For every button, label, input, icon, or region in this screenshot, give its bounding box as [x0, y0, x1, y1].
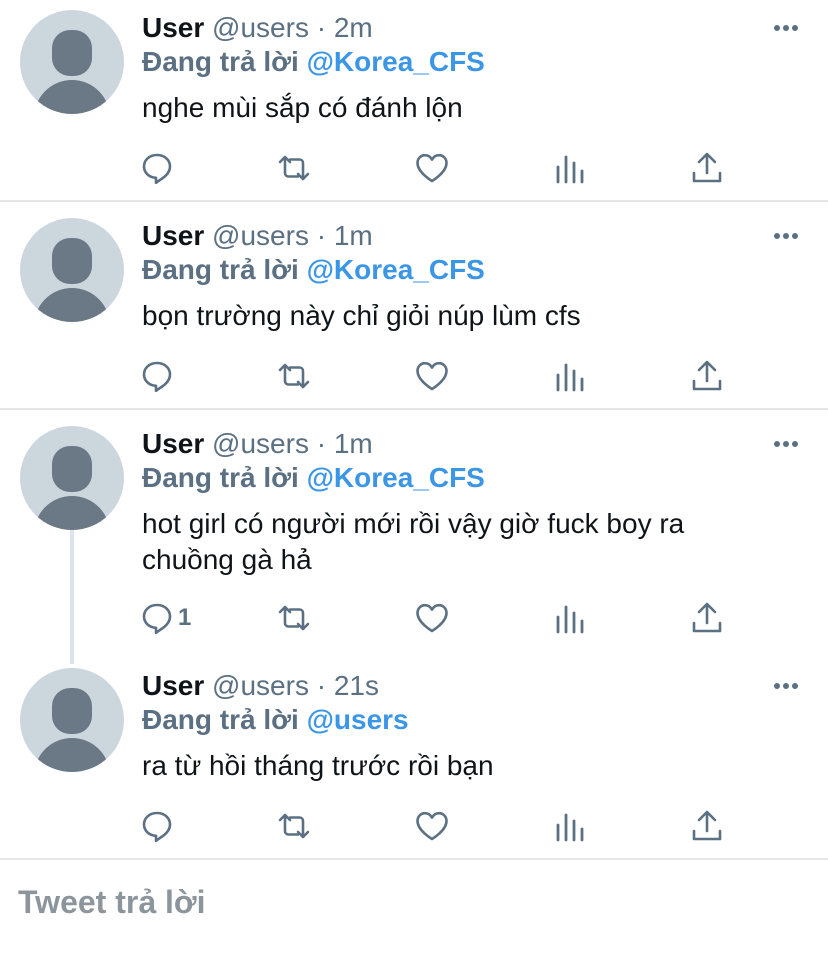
replying-to-label: Đang trả lời — [142, 254, 299, 285]
separator-dot: · — [316, 12, 327, 43]
timestamp[interactable]: 2m — [334, 12, 373, 43]
reply-button[interactable]: 1 — [140, 598, 210, 638]
speech-bubble-icon — [142, 811, 172, 843]
replying-to-handle[interactable]: @Korea_CFS — [307, 254, 485, 285]
replying-to-label: Đang trả lời — [142, 704, 299, 735]
tweet-header: User @users · 21s — [142, 670, 379, 702]
user-name[interactable]: User — [142, 428, 204, 459]
stats-button[interactable] — [554, 356, 594, 396]
share-button[interactable] — [690, 356, 730, 396]
reply-button[interactable] — [140, 148, 180, 188]
more-dots-icon[interactable] — [772, 14, 800, 42]
tweet-text: bọn trường này chỉ giỏi núp lùm cfs — [142, 300, 581, 331]
avatar[interactable] — [20, 426, 124, 530]
tweet-actions — [0, 806, 828, 846]
avatar[interactable] — [20, 218, 124, 322]
heart-icon — [416, 361, 448, 391]
retweet-icon — [278, 605, 310, 631]
share-upload-icon — [692, 810, 722, 841]
user-handle[interactable]: @users — [212, 670, 309, 701]
tweet-actions — [0, 356, 828, 396]
heart-icon — [416, 811, 448, 841]
reply-button[interactable] — [140, 356, 180, 396]
replying-to: Đang trả lời @Korea_CFS — [142, 462, 485, 494]
like-button[interactable] — [414, 356, 454, 396]
speech-bubble-icon — [142, 153, 172, 185]
user-name[interactable]: User — [142, 12, 204, 43]
stats-button[interactable] — [554, 598, 594, 638]
timestamp[interactable]: 1m — [334, 220, 373, 251]
separator-dot: · — [316, 428, 327, 459]
heart-icon — [416, 603, 448, 633]
tweet-header: User @users · 1m — [142, 428, 373, 460]
replying-to-handle[interactable]: @Korea_CFS — [307, 46, 485, 77]
bar-chart-icon — [556, 813, 584, 842]
tweet-header: User @users · 2m — [142, 12, 373, 44]
speech-bubble-icon — [142, 603, 172, 635]
replying-to: Đang trả lời @users — [142, 704, 409, 736]
retweet-icon — [278, 363, 310, 389]
heart-icon — [416, 153, 448, 183]
more-dots-icon[interactable] — [772, 430, 800, 458]
user-name[interactable]: User — [142, 670, 204, 701]
user-handle[interactable]: @users — [212, 12, 309, 43]
separator-dot: · — [316, 220, 327, 251]
like-button[interactable] — [414, 806, 454, 846]
like-button[interactable] — [414, 598, 454, 638]
more-dots-icon[interactable] — [772, 222, 800, 250]
timestamp[interactable]: 21s — [334, 670, 379, 701]
thread-connector-line — [70, 530, 74, 664]
speech-bubble-icon — [142, 361, 172, 393]
bar-chart-icon — [556, 155, 584, 184]
avatar[interactable] — [20, 10, 124, 114]
replying-to-label: Đang trả lời — [142, 462, 299, 493]
divider — [0, 200, 828, 202]
divider — [0, 408, 828, 410]
replying-to-handle[interactable]: @users — [307, 704, 409, 735]
tweet-actions — [0, 148, 828, 188]
share-upload-icon — [692, 152, 722, 183]
bar-chart-icon — [556, 605, 584, 634]
stats-button[interactable] — [554, 148, 594, 188]
retweet-button[interactable] — [276, 598, 316, 638]
tweet-text: hot girl có người mới rồi vậy giờ fuck b… — [142, 508, 685, 575]
share-upload-icon — [692, 360, 722, 391]
stats-button[interactable] — [554, 806, 594, 846]
retweet-icon — [278, 813, 310, 839]
replying-to-handle[interactable]: @Korea_CFS — [307, 462, 485, 493]
share-button[interactable] — [690, 598, 730, 638]
timestamp[interactable]: 1m — [334, 428, 373, 459]
share-button[interactable] — [690, 806, 730, 846]
tweet-text: nghe mùi sắp có đánh lộn — [142, 92, 463, 123]
retweet-button[interactable] — [276, 356, 316, 396]
reply-compose-input[interactable]: Tweet trả lời — [18, 884, 206, 921]
retweet-icon — [278, 155, 310, 181]
tweet-header: User @users · 1m — [142, 220, 373, 252]
tweet-actions: 1 — [0, 598, 828, 638]
like-button[interactable] — [414, 148, 454, 188]
tweet-text: ra từ hồi tháng trước rồi bạn — [142, 750, 494, 781]
user-handle[interactable]: @users — [212, 220, 309, 251]
avatar[interactable] — [20, 668, 124, 772]
retweet-button[interactable] — [276, 806, 316, 846]
more-dots-icon[interactable] — [772, 672, 800, 700]
user-name[interactable]: User — [142, 220, 204, 251]
replying-to-label: Đang trả lời — [142, 46, 299, 77]
share-button[interactable] — [690, 148, 730, 188]
retweet-button[interactable] — [276, 148, 316, 188]
replying-to: Đang trả lời @Korea_CFS — [142, 254, 485, 286]
reply-count: 1 — [178, 604, 192, 631]
divider — [0, 858, 828, 860]
separator-dot: · — [316, 670, 327, 701]
bar-chart-icon — [556, 363, 584, 392]
replying-to: Đang trả lời @Korea_CFS — [142, 46, 485, 78]
reply-button[interactable] — [140, 806, 180, 846]
share-upload-icon — [692, 602, 722, 633]
user-handle[interactable]: @users — [212, 428, 309, 459]
